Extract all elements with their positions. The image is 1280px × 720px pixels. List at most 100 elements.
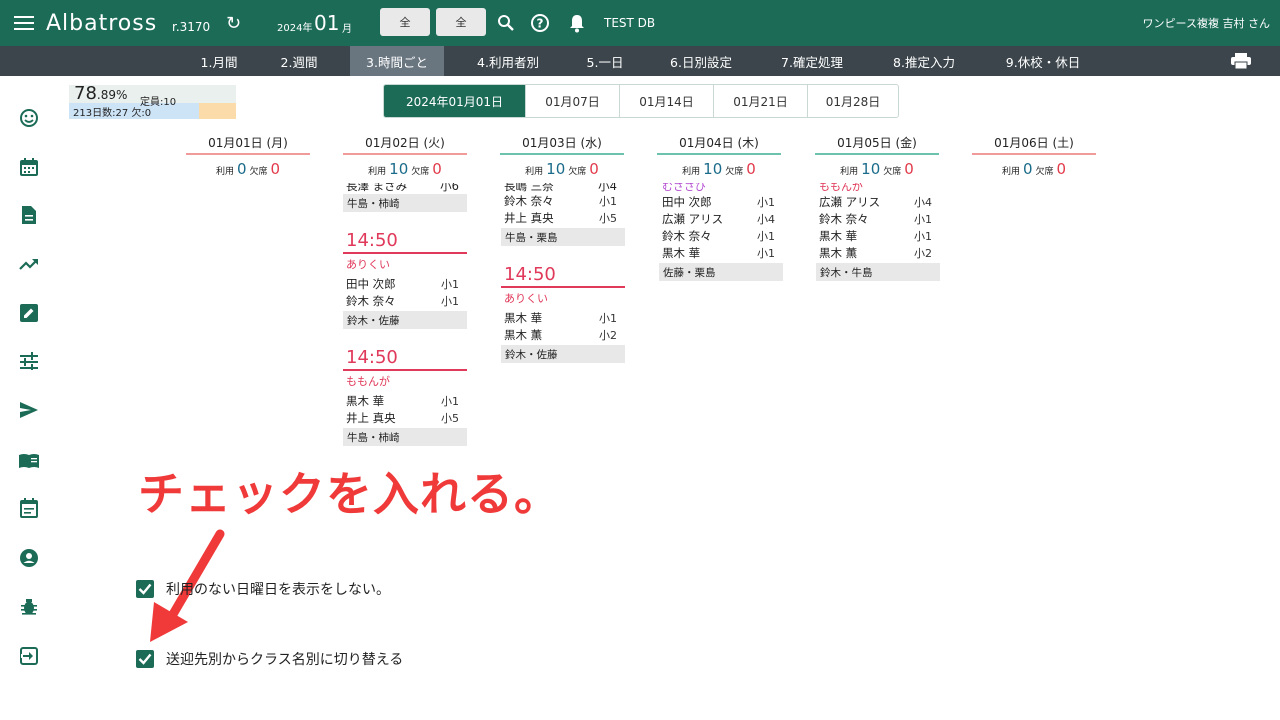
menu-icon[interactable]: [14, 0, 36, 46]
main-nav: 1.月間 2.週間 3.時間ごと 4.利用者別 5.一日 6.日別設定 7.確定…: [0, 46, 1280, 76]
nav-monthly[interactable]: 1.月間: [188, 46, 250, 76]
child-grade: 小5: [599, 212, 617, 225]
child-name: 田中 次郎: [346, 277, 396, 291]
smiley-icon[interactable]: [18, 107, 40, 129]
day-line: [343, 153, 467, 155]
list-item[interactable]: 鈴木 奈々 小1: [816, 211, 940, 228]
child-name: 井上 真央: [346, 411, 396, 425]
print-icon[interactable]: [1230, 53, 1252, 70]
child-grade: 小5: [441, 412, 459, 425]
month-value[interactable]: 01: [314, 0, 339, 46]
slot-time: 14:50: [346, 230, 398, 251]
nav-by-user[interactable]: 4.利用者別: [462, 46, 554, 76]
week-tab-0121[interactable]: 01月21日: [714, 85, 808, 117]
week-tab-0101[interactable]: 2024年01月01日: [384, 85, 526, 117]
account-icon[interactable]: [18, 547, 40, 569]
logout-icon[interactable]: [18, 645, 40, 667]
hide-unused-weekday-label[interactable]: 利用のない日曜日を表示をしない。: [166, 579, 390, 599]
absent-label: 欠席: [411, 167, 430, 177]
bug-icon[interactable]: [18, 596, 40, 618]
facility-name: ももんが: [819, 183, 863, 193]
list-item[interactable]: 長澤 まさみ 小6: [343, 183, 467, 193]
nav-weekly[interactable]: 2.週間: [266, 46, 332, 76]
trending-up-icon[interactable]: [18, 253, 40, 275]
time-slot: 14:50 ありくい 田中 次郎 小1 鈴木 奈々 小1 鈴木・佐藤: [343, 230, 467, 329]
list-item[interactable]: 長嶋 三奈 小4: [501, 183, 625, 193]
day-header-mon: 01月01日 (月) 利用 0 欠席 0: [186, 135, 310, 178]
list-item[interactable]: 鈴木 奈々 小1: [659, 228, 783, 245]
annotation-text: チェックを入れる。: [138, 467, 561, 521]
list-item[interactable]: 広瀬 アリス 小4: [659, 211, 783, 228]
staff-label: 佐藤・栗島: [659, 263, 783, 281]
hide-unused-weekday-checkbox[interactable]: [136, 580, 154, 598]
document-icon[interactable]: [18, 204, 40, 226]
list-item[interactable]: 田中 次郎 小1: [343, 276, 467, 293]
switch-class-checkbox[interactable]: [136, 650, 154, 668]
absent-count: 0: [589, 160, 599, 178]
event-note-icon[interactable]: [18, 497, 40, 519]
list-item[interactable]: 黒木 華 小1: [816, 228, 940, 245]
calendar-icon[interactable]: [18, 156, 40, 178]
absent-label: 欠席: [1035, 167, 1054, 177]
bell-icon[interactable]: [568, 0, 588, 46]
child-name: 鈴木 奈々: [819, 212, 869, 226]
list-item[interactable]: 鈴木 奈々 小1: [343, 293, 467, 310]
edit-icon[interactable]: [18, 302, 40, 324]
day-header-tue: 01月02日 (火) 利用 10 欠席 0: [343, 135, 467, 178]
child-grade: 小1: [914, 230, 932, 243]
child-name: 黒木 薫: [819, 246, 858, 260]
staff-label: 牛島・栗島: [501, 228, 625, 246]
nav-daily-settings[interactable]: 6.日別設定: [654, 46, 748, 76]
column-fri: ももんが 広瀬 アリス 小4 鈴木 奈々 小1 黒木 華小1 黒木 薫小2 鈴木・牛…: [816, 183, 940, 281]
child-grade: 小1: [914, 213, 932, 226]
absent-count: 0: [270, 160, 281, 178]
nav-hourly[interactable]: 3.時間ごと: [350, 46, 444, 76]
child-grade: 小6: [440, 183, 459, 193]
search-icon[interactable]: [497, 0, 517, 46]
day-line: [657, 153, 781, 155]
nav-holidays[interactable]: 9.休校・休日: [990, 46, 1096, 76]
child-grade: 小1: [441, 395, 459, 408]
absent-count: 0: [432, 160, 442, 178]
child-grade: 小4: [914, 196, 932, 209]
day-label: 01月04日 (木): [679, 136, 759, 150]
staff-label: 牛島・柿崎: [343, 428, 467, 446]
week-tab-0114[interactable]: 01月14日: [620, 85, 714, 117]
day-header-fri: 01月05日 (金) 利用 10 欠席 0: [815, 135, 939, 178]
list-item[interactable]: 黒木 薫 小2: [816, 245, 940, 262]
list-item[interactable]: 黒木 華 小1: [343, 393, 467, 410]
list-item[interactable]: 井上 真央 小5: [501, 210, 625, 227]
refresh-icon[interactable]: ↻: [226, 0, 241, 46]
all-button-1[interactable]: 全: [380, 8, 430, 36]
list-item[interactable]: 広瀬 アリス 小4: [816, 194, 940, 211]
nav-confirm[interactable]: 7.確定処理: [764, 46, 860, 76]
tune-icon[interactable]: [18, 350, 40, 372]
nav-estimate-input[interactable]: 8.推定入力: [876, 46, 972, 76]
facility-name: むささび: [662, 183, 706, 193]
use-count: 10: [546, 160, 566, 178]
list-item[interactable]: 井上 真央 小5: [343, 410, 467, 427]
nav-one-day[interactable]: 5.一日: [574, 46, 636, 76]
user-label[interactable]: ワンピース複複 吉村 さん: [1143, 0, 1270, 46]
child-name: 鈴木 奈々: [504, 194, 554, 208]
switch-class-label[interactable]: 送迎先別からクラス名別に切り替える: [166, 649, 403, 669]
day-header-sat: 01月06日 (土) 利用 0 欠席 0: [972, 135, 1096, 178]
list-item[interactable]: 田中 次郎 小1: [659, 194, 783, 211]
list-item[interactable]: 黒木 薫 小2: [501, 327, 625, 344]
week-tab-0107[interactable]: 01月07日: [526, 85, 620, 117]
app-brand: Albatross: [46, 10, 158, 36]
book-icon[interactable]: [18, 450, 40, 472]
send-icon[interactable]: [18, 399, 40, 421]
week-tabs: 2024年01月01日 01月07日 01月14日 01月21日 01月28日: [383, 84, 899, 118]
help-icon[interactable]: ?: [530, 0, 552, 46]
absent-label: 欠席: [725, 167, 744, 177]
child-grade: 小1: [441, 278, 459, 291]
use-count: 10: [389, 160, 409, 178]
child-grade: 小1: [757, 230, 775, 243]
list-item[interactable]: 鈴木 奈々 小1: [501, 193, 625, 210]
list-item[interactable]: 黒木 華 小1: [659, 245, 783, 262]
list-item[interactable]: 黒木 華 小1: [501, 310, 625, 327]
all-button-2[interactable]: 全: [436, 8, 486, 36]
child-name: 井上 真央: [504, 211, 554, 225]
week-tab-0128[interactable]: 01月28日: [808, 85, 898, 117]
